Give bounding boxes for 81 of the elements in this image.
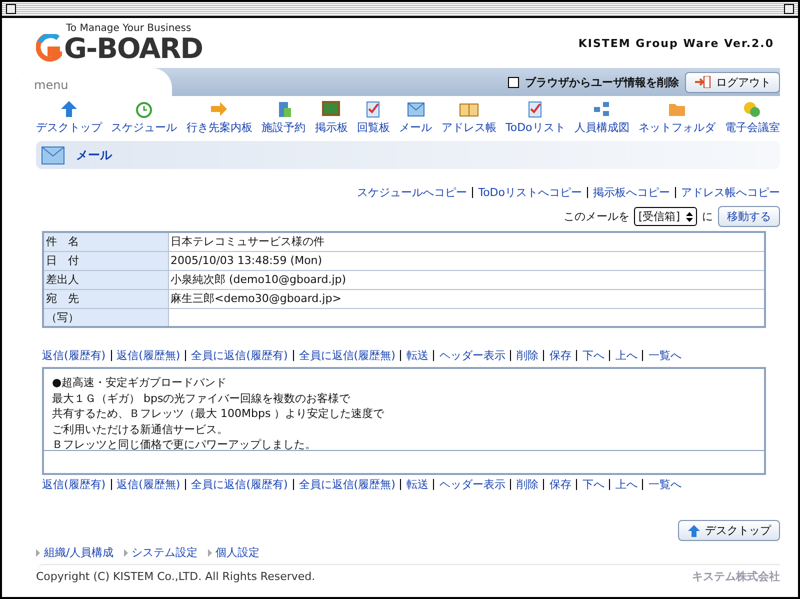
nav-item[interactable]: ToDoリスト xyxy=(506,100,566,135)
nav-item[interactable]: 施設予約 xyxy=(262,100,306,135)
copyright: Copyright (C) KISTEM Co.,LTD. All Rights Reserved. xyxy=(36,570,316,583)
checkbox-label: ブラウザからユーザ情報を削除 xyxy=(525,74,679,90)
folder-select[interactable]: [受信箱] xyxy=(634,207,697,226)
right-arrow-icon xyxy=(209,100,230,118)
action-link[interactable]: 上へ xyxy=(615,477,638,492)
action-link[interactable]: 保存 xyxy=(549,348,572,363)
copy-link[interactable]: ToDoリストへコピー xyxy=(478,185,582,200)
action-link[interactable]: 上へ xyxy=(615,348,638,363)
action-link[interactable]: 削除 xyxy=(516,348,538,363)
action-link[interactable]: 全員に返信(履歴有) xyxy=(191,348,288,363)
logo-tagline: To Manage Your Business xyxy=(66,22,192,34)
nav-item[interactable]: 電子会議室 xyxy=(724,100,780,135)
nav-item[interactable]: デスクトップ xyxy=(36,100,102,135)
action-link[interactable]: 一覧へ xyxy=(648,477,682,492)
nav-item[interactable]: 人員構成図 xyxy=(574,100,630,135)
body-line: Ｂフレッツと同じ価格で更にパワーアップしました。 xyxy=(52,437,317,452)
chat-icon xyxy=(742,100,762,118)
close-box[interactable] xyxy=(6,4,16,14)
action-link[interactable]: ヘッダー表示 xyxy=(439,477,506,492)
action-link[interactable]: 返信(履歴無) xyxy=(116,348,180,363)
copy-link[interactable]: スケジュールへコピー xyxy=(357,185,468,200)
up-arrow-icon xyxy=(59,100,79,118)
copy-link[interactable]: アドレス帳へコピー xyxy=(681,185,780,200)
action-link[interactable]: 返信(履歴有) xyxy=(42,348,106,363)
move-label: このメールを xyxy=(563,209,630,224)
body-line: 最大１Ｇ（ギガ） bpsの光ファイバー回線を複数のお客様で xyxy=(52,390,352,406)
body-line: ●超高速・安定ギガブロードバンド xyxy=(52,375,228,390)
logo-text: G-BOARD xyxy=(64,34,202,64)
nav-item[interactable]: 行き先案内板 xyxy=(186,100,252,135)
header-label: （写） xyxy=(43,308,168,327)
body-line: ご利用いただける新通信サービス。 xyxy=(52,422,229,437)
triangle-icon xyxy=(208,548,212,556)
action-link[interactable]: 全員に返信(履歴有) xyxy=(191,477,288,492)
nav-item[interactable]: 回覧板 xyxy=(356,100,390,135)
header-label: 差出人 xyxy=(43,270,168,289)
header-label: 宛 先 xyxy=(43,289,168,308)
nav-item[interactable]: 掲示板 xyxy=(314,100,348,135)
footer-link[interactable]: 個人設定 xyxy=(208,545,260,560)
triangle-icon xyxy=(124,548,128,556)
body-line: 共有するため、Ｂフレッツ（最大 100Mbps ）より安定した速度で xyxy=(52,406,386,422)
up-arrow-icon xyxy=(687,524,701,538)
desktop-button[interactable]: デスクトップ xyxy=(678,520,780,541)
header-label: 件 名 xyxy=(43,232,168,251)
action-link[interactable]: 下へ xyxy=(582,348,604,363)
checkbox[interactable] xyxy=(508,76,519,88)
action-link[interactable]: 転送 xyxy=(406,348,428,363)
company-logo: キステム株式会社 xyxy=(692,569,780,584)
action-link[interactable]: 保存 xyxy=(549,477,572,492)
nav-item[interactable]: メール xyxy=(399,100,432,135)
action-link[interactable]: 全員に返信(履歴無) xyxy=(298,348,396,363)
org-chart-icon xyxy=(592,100,612,118)
header-label: 日 付 xyxy=(43,251,168,270)
product-name: KISTEM Group Ware Ver.2.0 xyxy=(578,36,774,50)
nav-item[interactable]: ネットフォルダ xyxy=(638,100,716,135)
logout-button[interactable]: ログアウト xyxy=(685,72,780,92)
action-link[interactable]: 削除 xyxy=(516,477,538,492)
nav-item[interactable]: アドレス帳 xyxy=(441,100,496,135)
action-link[interactable]: 返信(履歴無) xyxy=(116,477,180,492)
footer-link[interactable]: 組織/人員構成 xyxy=(36,545,114,560)
action-link[interactable]: ヘッダー表示 xyxy=(439,348,506,363)
copy-link[interactable]: 掲示板へコピー xyxy=(593,185,670,200)
action-link[interactable]: 返信(履歴有) xyxy=(42,477,106,492)
stepper-icon xyxy=(686,212,693,222)
action-link[interactable]: 下へ xyxy=(582,477,604,492)
page-title: メール xyxy=(76,146,112,164)
action-link[interactable]: 一覧へ xyxy=(648,348,682,363)
envelope-icon xyxy=(406,100,426,118)
nav-item[interactable]: スケジュール xyxy=(111,100,178,135)
action-link[interactable]: 転送 xyxy=(406,477,428,492)
action-link[interactable]: 全員に返信(履歴無) xyxy=(298,477,396,492)
zoom-box[interactable] xyxy=(784,4,794,14)
board-icon xyxy=(321,100,342,118)
footer-link[interactable]: システム設定 xyxy=(124,545,198,560)
move-button[interactable]: 移動する xyxy=(718,206,780,227)
triangle-icon xyxy=(36,548,40,556)
exit-door-icon xyxy=(694,76,712,88)
clock-icon xyxy=(134,100,154,118)
move-suffix: に xyxy=(702,209,713,224)
logo-swirl-icon xyxy=(36,34,62,64)
